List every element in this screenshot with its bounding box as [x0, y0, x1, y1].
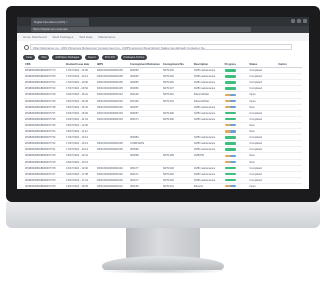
cell-carrier [277, 183, 302, 189]
cell-crs: WGB0000BGB000007725 [24, 183, 66, 189]
progress-bar [224, 124, 236, 127]
progress-bar [224, 81, 236, 84]
progress-bar [224, 75, 236, 78]
progress-bar [224, 130, 236, 133]
progress-bar [224, 93, 236, 96]
records-table: CRS Booked Issue date IBPS Consignment R… [24, 62, 302, 189]
progress-bar [224, 117, 236, 121]
breadcrumb-item[interactable]: Work Packages [52, 35, 73, 39]
progress-bar [224, 184, 236, 188]
app-content: Home Dashboard Work Packages Task Data M… [17, 33, 309, 189]
monitor-stand-base [102, 256, 224, 270]
progress-bar [224, 160, 236, 163]
cell-description: Filter/oil [192, 183, 224, 189]
table-row[interactable]: WGB0000BGB000007773 17/07/2024 - 12:00 DPA… [24, 67, 302, 75]
table-row[interactable]: WGB0000BGB000007764 17/07/2024 - 10:00 DPA… [24, 79, 302, 87]
progress-bar [224, 69, 236, 72]
table-row[interactable]: WGB0000BGB000007766 17/07/2024 - 10:13 DPA… [24, 73, 302, 81]
filter-chip[interactable]: Print Pdf [101, 55, 118, 60]
monitor-chin [6, 202, 320, 228]
browser-tab[interactable]: Digital Operations [DO] > [31, 18, 89, 26]
breadcrumb-item[interactable]: Maintenance [98, 35, 115, 39]
progress-bar [224, 166, 236, 170]
filter-chips: Clear Ship Add/Open Packages Export Prin… [17, 53, 309, 62]
minimize-icon[interactable] [291, 19, 295, 23]
maximize-icon[interactable] [297, 19, 301, 23]
search-icon [24, 45, 29, 50]
breadcrumb: Home Dashboard Work Packages Task Data M… [17, 33, 309, 41]
table-row[interactable]: WGB0000BGB000007727 16/07/2024 - 17:38 DPA… [24, 171, 302, 178]
progress-bar [224, 148, 236, 151]
table-row[interactable]: WGB0000BGB000007737 16/07/2024 - 15:00 DPA… [24, 110, 302, 117]
browser-tab-bar: Digital Operations [DO] > [17, 17, 309, 26]
column-header-reference[interactable]: Consignment Reference [128, 62, 162, 69]
search-row: Filter Reference no., CRS (Structure Ref… [17, 41, 309, 53]
progress-bar [224, 105, 236, 109]
cell-consignment: SRT1301 [161, 183, 193, 189]
table-row[interactable]: WGB0000BGB000007726 16/07/2024 - 17:24 DPA… [24, 177, 302, 184]
cell-date: 16/07/2024 - 16:55 [65, 183, 97, 189]
cell-status: Open [248, 183, 278, 189]
cell-ibps: DPAC0002000001001 [96, 183, 129, 189]
progress-bar [224, 136, 236, 139]
table-row[interactable]: WGB0000BGB000007728 16/07/2024 - 10:00 DPA… [24, 165, 302, 172]
progress-bar [224, 142, 236, 145]
filter-chip[interactable]: Clear [23, 55, 36, 60]
filter-chip[interactable]: Ship [38, 55, 50, 60]
table-row[interactable]: WGB0000BGB000007725 16/07/2024 - 16:55 DPA… [24, 183, 302, 189]
window-controls [291, 19, 307, 23]
table-row[interactable]: WGB0000BGB000007743 17/07/2024 - 09:52 DPA… [24, 85, 302, 93]
progress-bar [224, 87, 236, 90]
table-row[interactable]: WGB0000BGB000007736 16/07/2024 - 14:24 DPA… [24, 116, 302, 123]
cell-reference: 300136 [128, 183, 162, 189]
progress-bar [224, 154, 236, 157]
progress-bar [224, 111, 236, 115]
filter-chip[interactable]: Export [85, 55, 99, 60]
progress-bar [224, 172, 236, 176]
cell-progress [223, 183, 249, 189]
progress-bar [224, 99, 236, 103]
close-icon[interactable] [303, 19, 307, 23]
filter-chip[interactable]: Packages Archive [120, 55, 148, 60]
breadcrumb-item[interactable]: Task Data [79, 35, 92, 39]
table-body: WGB0000BGB000007773 17/07/2024 - 12:00 DPA… [24, 67, 302, 189]
screen: Digital Operations [DO] > https://digita… [17, 17, 309, 189]
address-field[interactable]: https://digital-ops.example [31, 27, 251, 32]
filter-chip[interactable]: Add/Open Packages [52, 55, 83, 60]
browser-address-bar: https://digital-ops.example [17, 26, 309, 33]
progress-bar [224, 178, 236, 182]
monitor-bezel: Digital Operations [DO] > https://digita… [6, 6, 320, 202]
monitor-stand-neck [126, 228, 200, 258]
breadcrumb-item[interactable]: Home Dashboard [23, 35, 47, 39]
search-input[interactable]: Filter Reference no., CRS (Structure Ref… [30, 44, 292, 50]
